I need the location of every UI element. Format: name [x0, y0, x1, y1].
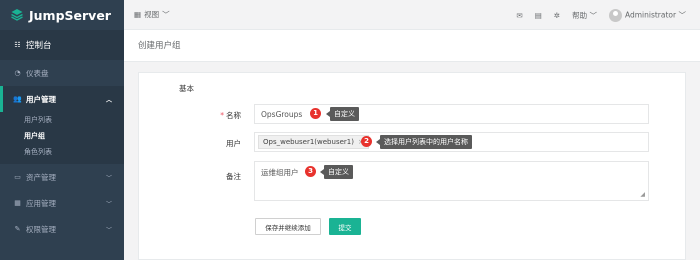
- chevron-down-icon: ﹀: [162, 10, 170, 19]
- sidebar-item-dashboard-console[interactable]: ☷ 控制台: [0, 30, 124, 60]
- chevron-down-icon: ﹀: [589, 10, 597, 20]
- name-label: * 名称: [220, 111, 241, 120]
- sidebar-item-users[interactable]: 👥 用户管理 ︿: [0, 86, 124, 112]
- user-tag: Ops_webuser1(webuser1) ×: [258, 135, 369, 149]
- edit-icon: ✎: [14, 225, 21, 233]
- sidebar-item-dashboard[interactable]: ◔ 仪表盘: [0, 60, 124, 86]
- avatar: [608, 8, 622, 22]
- chevron-down-icon: ﹀: [105, 200, 112, 208]
- annotation-callout-1: 自定义: [326, 107, 359, 121]
- sidebar-item-label: 控制台: [26, 41, 52, 51]
- sidebar-item-label: 资产管理: [26, 172, 56, 182]
- gauge-icon: ☷: [14, 41, 21, 49]
- user-menu[interactable]: Administrator ﹀: [608, 8, 687, 22]
- chevron-down-icon: ﹀: [678, 10, 687, 19]
- dashboard-icon: ◔: [14, 69, 21, 77]
- sidebar-item-label: 用户管理: [26, 94, 56, 104]
- envelope-icon[interactable]: ✉: [516, 11, 522, 20]
- comment-label: 备注: [226, 172, 241, 181]
- topbar-actions: ✉ ▤ ✲ 帮助 ﹀ Administrator ﹀: [516, 0, 686, 30]
- create-user-group-form: 基本 * 名称 OpsGroups 1 自定义 用户 Ops_webuser1(w…: [138, 72, 686, 260]
- name-input-value: OpsGroups: [261, 109, 303, 119]
- sidebar-item-permissions[interactable]: ✎ 权限管理 ﹀: [0, 216, 124, 242]
- grid-icon: ▦: [14, 199, 21, 207]
- section-title: 基本: [179, 84, 194, 93]
- book-icon[interactable]: ▤: [535, 11, 542, 20]
- annotation-callout-2: 选择用户列表中的用户名称: [376, 135, 472, 149]
- sidebar-item-label: 权限管理: [26, 224, 56, 234]
- sidebar-subitem-user-list[interactable]: 用户列表: [0, 112, 124, 128]
- chevron-up-icon: ︿: [105, 96, 112, 104]
- user-tag-label: Ops_webuser1(webuser1): [263, 138, 354, 146]
- annotation-callout-3: 自定义: [320, 165, 353, 179]
- annotation-badge-1: 1: [310, 108, 321, 119]
- grid-icon: ▦: [134, 10, 142, 19]
- save-and-continue-button[interactable]: 保存并继续添加: [255, 218, 321, 235]
- page-title: 创建用户组: [124, 30, 700, 62]
- annotation-badge-3: 3: [305, 166, 316, 177]
- sidebar-item-applications[interactable]: ▦ 应用管理 ﹀: [0, 190, 124, 216]
- view-label: 视图: [144, 10, 160, 19]
- sidebar: JumpServer ☷ 控制台 ◔ 仪表盘 👥 用户管理 ︿ 用户列表 用户组…: [0, 0, 124, 260]
- annotation-badge-2: 2: [361, 136, 372, 147]
- users-icon: 👥: [13, 95, 22, 103]
- resize-handle-icon[interactable]: ◢: [640, 191, 645, 198]
- required-marker: *: [220, 111, 224, 120]
- sidebar-item-label: 仪表盘: [26, 68, 49, 78]
- user-name: Administrator: [624, 10, 677, 19]
- topbar: ▦ 视图 ﹀ ✉ ▤ ✲ 帮助 ﹀ Administrator ﹀: [124, 0, 700, 30]
- brand-name: JumpServer: [29, 7, 111, 23]
- inbox-icon: ▭: [14, 173, 21, 181]
- users-label: 用户: [226, 139, 241, 148]
- brand[interactable]: JumpServer: [0, 0, 124, 30]
- jumpserver-logo-icon: [11, 9, 23, 21]
- view-dropdown[interactable]: ▦ 视图 ﹀: [134, 9, 170, 20]
- chevron-down-icon: ﹀: [105, 226, 112, 234]
- comment-value: 运维组用户: [261, 168, 299, 177]
- gear-icon[interactable]: ✲: [554, 11, 560, 20]
- help-dropdown[interactable]: 帮助 ﹀: [572, 10, 597, 21]
- sidebar-item-label: 应用管理: [26, 198, 56, 208]
- chevron-down-icon: ﹀: [105, 174, 112, 182]
- submit-button[interactable]: 提交: [329, 218, 361, 235]
- help-label: 帮助: [572, 10, 588, 20]
- sidebar-subitem-user-group[interactable]: 用户组: [0, 128, 124, 144]
- sidebar-subitem-role-list[interactable]: 角色列表: [0, 144, 124, 160]
- users-submenu: 用户列表 用户组 角色列表: [0, 112, 124, 164]
- sidebar-item-assets[interactable]: ▭ 资产管理 ﹀: [0, 164, 124, 190]
